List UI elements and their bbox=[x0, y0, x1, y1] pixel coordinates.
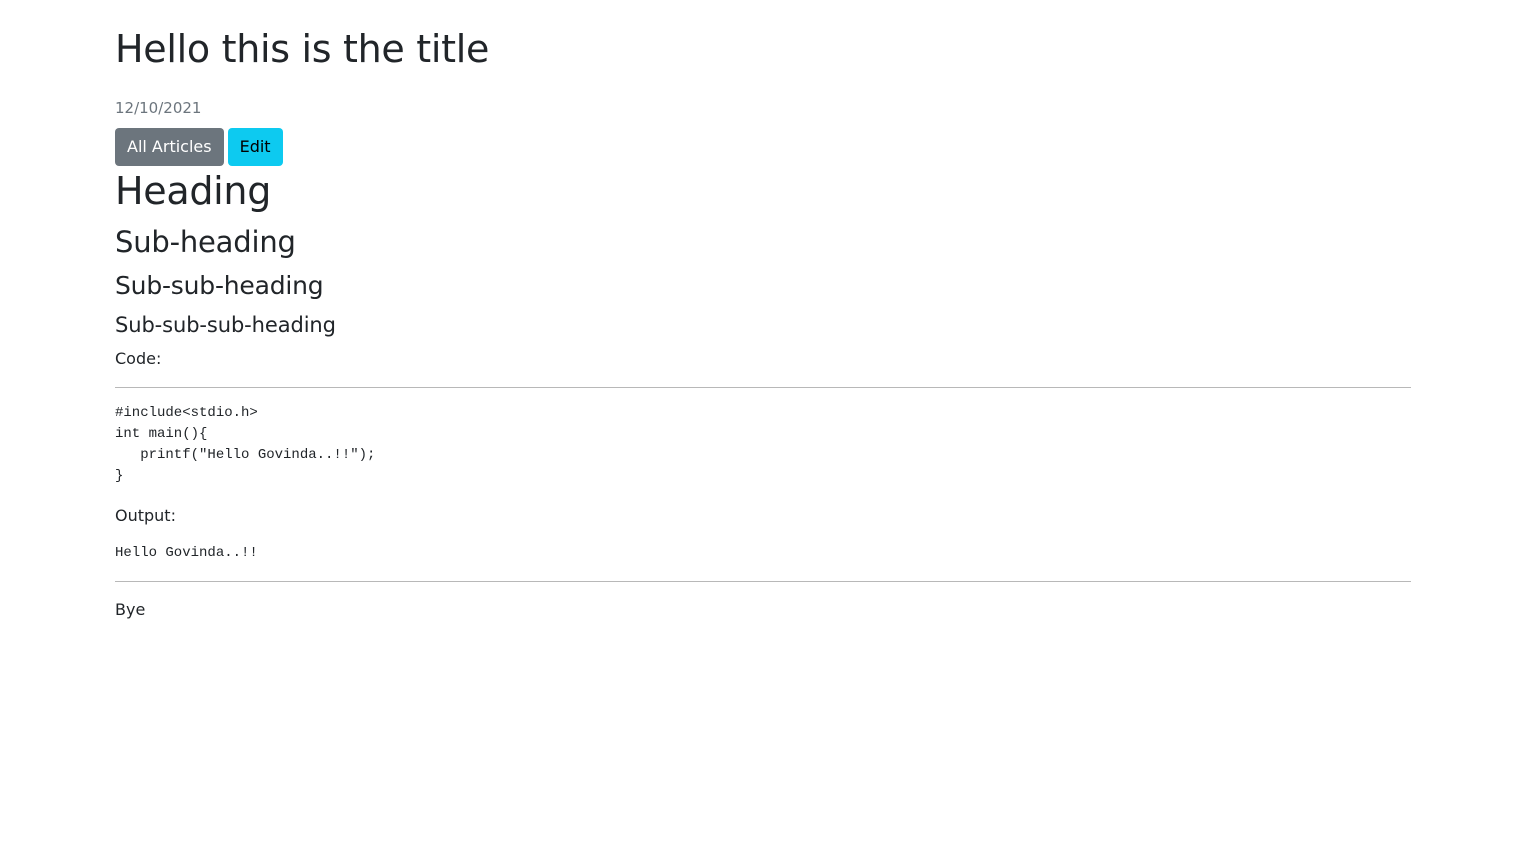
edit-button[interactable]: Edit bbox=[227, 128, 283, 166]
content-sub-sub-heading: Sub-sub-heading bbox=[115, 271, 324, 300]
all-articles-button[interactable]: All Articles bbox=[115, 128, 224, 166]
divider-bottom bbox=[115, 581, 1411, 582]
code-line: } bbox=[115, 468, 124, 484]
article-date: 12/10/2021 bbox=[115, 99, 202, 117]
content-sub-sub-sub-heading: Sub-sub-sub-heading bbox=[115, 313, 336, 337]
output-label: Output: bbox=[115, 506, 176, 525]
divider-top bbox=[115, 387, 1411, 388]
code-label: Code: bbox=[115, 349, 162, 368]
code-line: printf("Hello Govinda..!!"); bbox=[115, 447, 376, 463]
page-title: Hello this is the title bbox=[115, 27, 490, 71]
content-sub-heading: Sub-heading bbox=[115, 225, 296, 259]
content-heading: Heading bbox=[115, 169, 272, 213]
output-block: Hello Govinda..!! bbox=[115, 545, 258, 561]
closing-text: Bye bbox=[115, 600, 146, 619]
code-line: int main(){ bbox=[115, 426, 208, 442]
code-line: #include<stdio.h> bbox=[115, 405, 258, 421]
article-actions: All Articles Edit bbox=[115, 128, 283, 166]
code-block: #include<stdio.h> int main(){ printf("He… bbox=[115, 403, 375, 487]
